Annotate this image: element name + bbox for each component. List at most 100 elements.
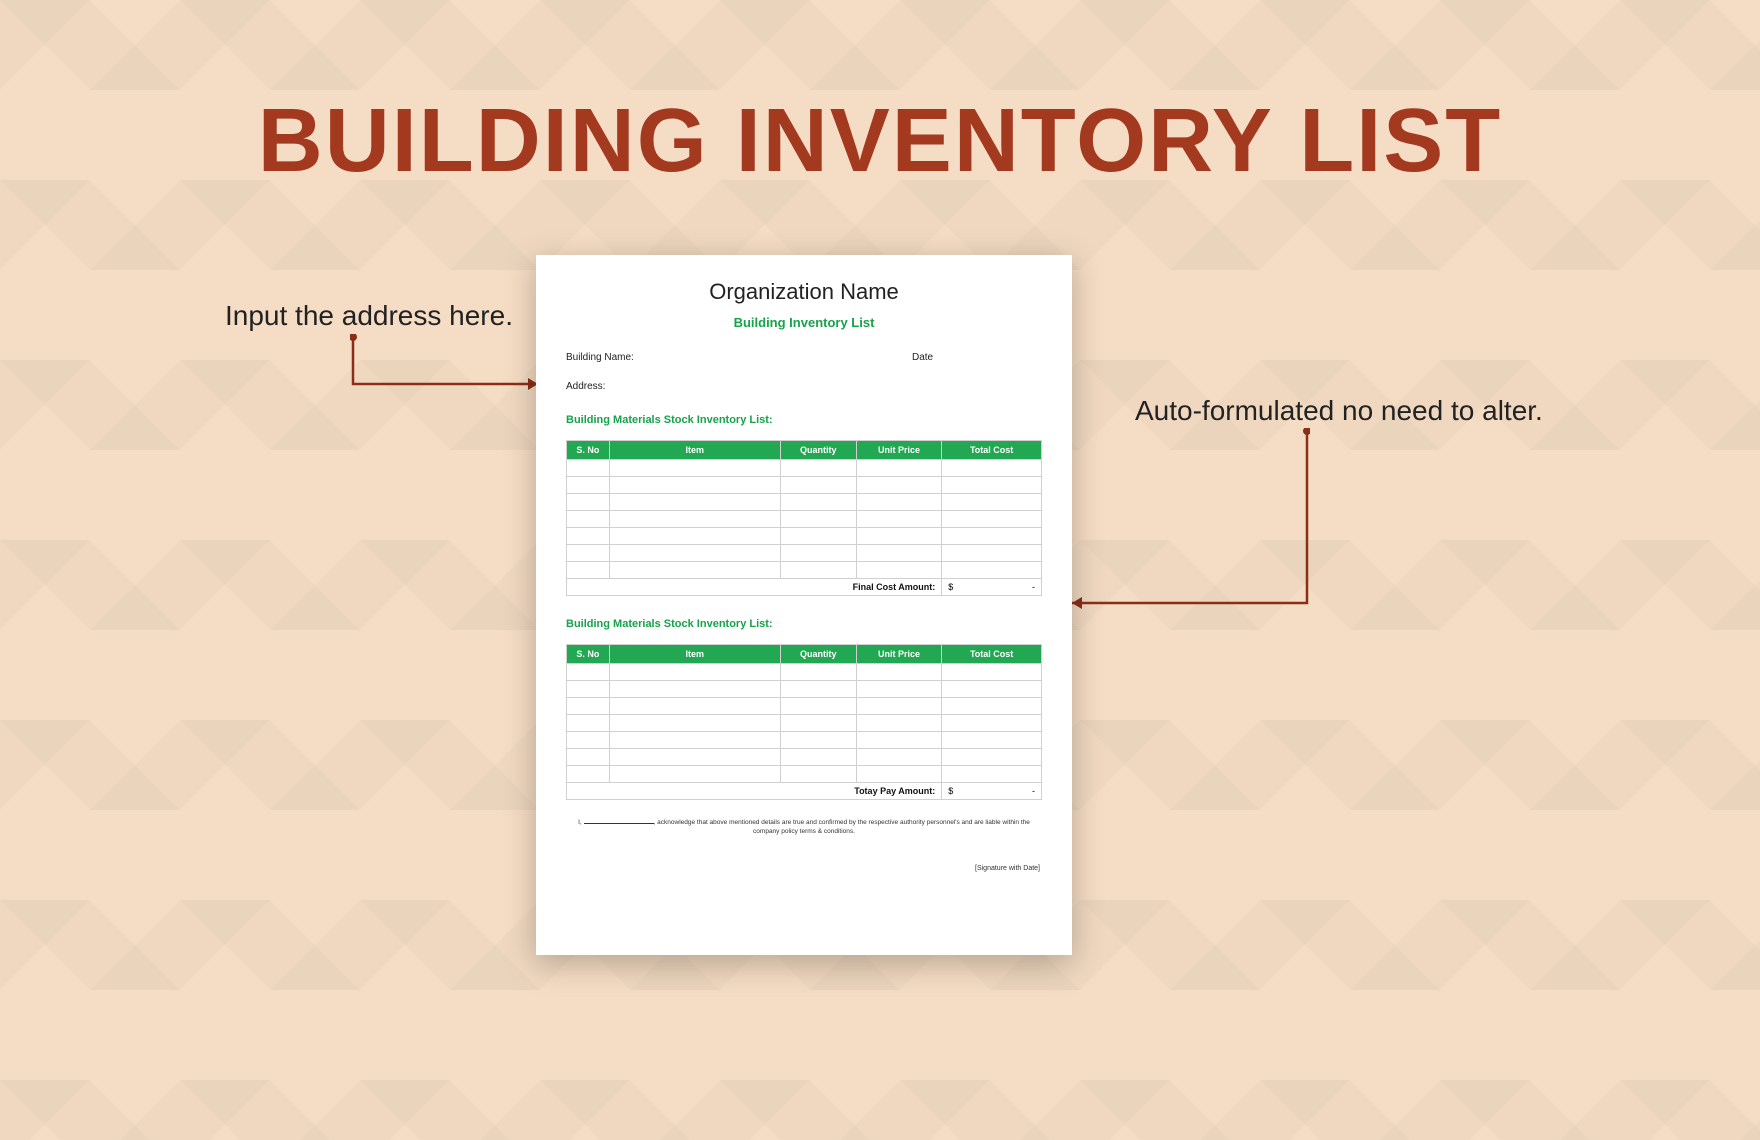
currency-symbol: $ <box>948 582 953 592</box>
table-cell[interactable] <box>942 477 1042 494</box>
table-cell[interactable] <box>567 715 610 732</box>
table-cell[interactable] <box>780 562 856 579</box>
table-cell[interactable] <box>780 528 856 545</box>
table-cell[interactable] <box>609 562 780 579</box>
table-cell[interactable] <box>567 494 610 511</box>
table-cell[interactable] <box>567 511 610 528</box>
table-row <box>567 681 1042 698</box>
table-cell[interactable] <box>780 681 856 698</box>
table-cell[interactable] <box>942 732 1042 749</box>
table-cell[interactable] <box>609 749 780 766</box>
table-cell[interactable] <box>780 664 856 681</box>
table-row <box>567 562 1042 579</box>
table-cell[interactable] <box>856 545 942 562</box>
table-cell[interactable] <box>856 766 942 783</box>
table-cell[interactable] <box>609 477 780 494</box>
col-qty-2: Quantity <box>780 645 856 664</box>
table-cell[interactable] <box>780 545 856 562</box>
table-cell[interactable] <box>567 766 610 783</box>
table-cell[interactable] <box>609 698 780 715</box>
callout-address: Input the address here. <box>225 300 513 332</box>
table-row <box>567 749 1042 766</box>
table-cell[interactable] <box>942 528 1042 545</box>
table-cell[interactable] <box>942 511 1042 528</box>
table-cell[interactable] <box>609 766 780 783</box>
table-cell[interactable] <box>609 511 780 528</box>
arrow-right-icon <box>1060 428 1310 618</box>
table-cell[interactable] <box>567 528 610 545</box>
table-cell[interactable] <box>780 698 856 715</box>
signature-blank <box>584 818 654 824</box>
table-cell[interactable] <box>567 562 610 579</box>
table-row <box>567 698 1042 715</box>
col-item: Item <box>609 441 780 460</box>
table-cell[interactable] <box>780 749 856 766</box>
table-cell[interactable] <box>567 749 610 766</box>
table-cell[interactable] <box>567 664 610 681</box>
total-pay-value: $ - <box>942 783 1042 800</box>
table-cell[interactable] <box>856 698 942 715</box>
table-cell[interactable] <box>609 460 780 477</box>
table-cell[interactable] <box>609 732 780 749</box>
table-cell[interactable] <box>942 494 1042 511</box>
table-cell[interactable] <box>942 698 1042 715</box>
table-cell[interactable] <box>856 664 942 681</box>
table-cell[interactable] <box>780 766 856 783</box>
table-cell[interactable] <box>567 732 610 749</box>
table-cell[interactable] <box>780 494 856 511</box>
table-cell[interactable] <box>780 460 856 477</box>
table-cell[interactable] <box>856 528 942 545</box>
org-name: Organization Name <box>566 279 1042 305</box>
col-price-2: Unit Price <box>856 645 942 664</box>
table-cell[interactable] <box>942 766 1042 783</box>
table-cell[interactable] <box>856 749 942 766</box>
table-cell[interactable] <box>780 477 856 494</box>
table-cell[interactable] <box>856 681 942 698</box>
table-cell[interactable] <box>780 732 856 749</box>
table-cell[interactable] <box>609 681 780 698</box>
table-cell[interactable] <box>942 545 1042 562</box>
doc-subtitle: Building Inventory List <box>566 315 1042 330</box>
table-cell[interactable] <box>609 715 780 732</box>
table-cell[interactable] <box>609 545 780 562</box>
table-row <box>567 460 1042 477</box>
table-cell[interactable] <box>567 545 610 562</box>
decl-line2: company policy terms & conditions. <box>566 828 1042 836</box>
callout-auto-formula: Auto-formulated no need to alter. <box>1135 395 1543 427</box>
value-dash: - <box>1032 582 1035 592</box>
table-cell[interactable] <box>942 715 1042 732</box>
table-cell[interactable] <box>856 494 942 511</box>
table-cell[interactable] <box>567 477 610 494</box>
table2-footer: Totay Pay Amount: $ - <box>567 783 1042 800</box>
col-item-2: Item <box>609 645 780 664</box>
table-cell[interactable] <box>609 494 780 511</box>
total-pay-label: Totay Pay Amount: <box>567 783 942 800</box>
table-cell[interactable] <box>780 715 856 732</box>
table-cell[interactable] <box>780 511 856 528</box>
table-cell[interactable] <box>942 664 1042 681</box>
table-cell[interactable] <box>942 681 1042 698</box>
table-cell[interactable] <box>609 528 780 545</box>
table-cell[interactable] <box>856 460 942 477</box>
table-cell[interactable] <box>567 698 610 715</box>
table-cell[interactable] <box>567 681 610 698</box>
table-row <box>567 732 1042 749</box>
table-cell[interactable] <box>942 460 1042 477</box>
signature-label: [Signature with Date] <box>566 865 1042 872</box>
table-cell[interactable] <box>609 664 780 681</box>
table-cell[interactable] <box>942 562 1042 579</box>
table-cell[interactable] <box>856 477 942 494</box>
address-label: Address: <box>566 381 1042 392</box>
table-row <box>567 664 1042 681</box>
decl-line1: , acknowledge that above mentioned detai… <box>654 819 1030 826</box>
table-cell[interactable] <box>856 732 942 749</box>
table2-body <box>567 664 1042 783</box>
table-cell[interactable] <box>856 715 942 732</box>
table-cell[interactable] <box>856 562 942 579</box>
table-cell[interactable] <box>567 460 610 477</box>
date-label: Date <box>912 352 1042 363</box>
inventory-table-1: S. No Item Quantity Unit Price Total Cos… <box>566 440 1042 596</box>
table-cell[interactable] <box>856 511 942 528</box>
table-cell[interactable] <box>942 749 1042 766</box>
currency-symbol-2: $ <box>948 786 953 796</box>
